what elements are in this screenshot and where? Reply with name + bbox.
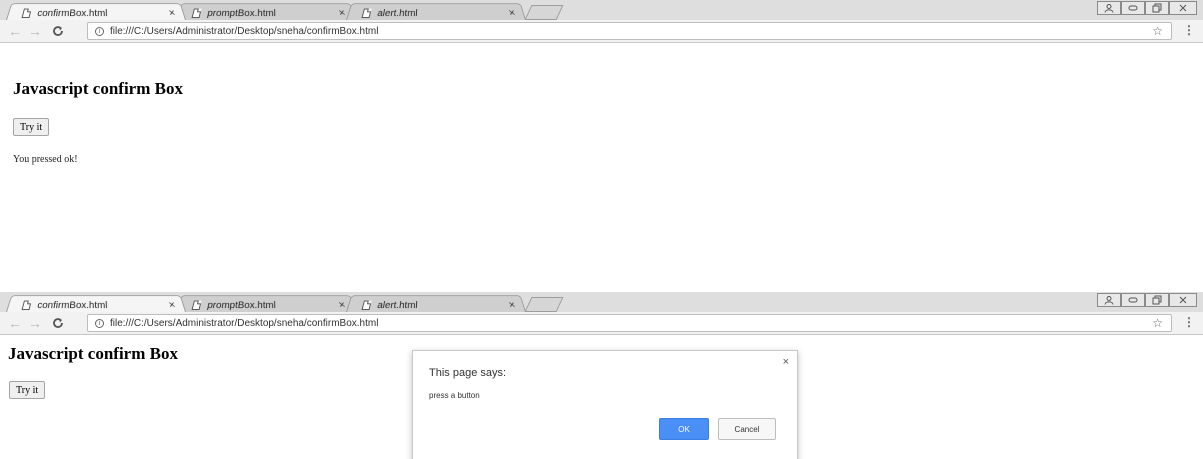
user-profile-icon[interactable] bbox=[1097, 293, 1121, 307]
tab-strip: confirmBox.html × promptBox.html × alert… bbox=[0, 292, 1203, 312]
tab-close-icon[interactable]: × bbox=[164, 300, 181, 311]
new-tab-button[interactable] bbox=[524, 297, 564, 312]
toolbar: ← → i file:///C:/Users/Administrator/Des… bbox=[0, 20, 1203, 43]
tab-promptbox[interactable]: promptBox.html × bbox=[176, 3, 356, 20]
tab-confirmbox[interactable]: confirmBox.html × bbox=[6, 3, 186, 20]
kebab-menu-icon[interactable]: ⋮ bbox=[1183, 315, 1195, 329]
dialog-message: press a button bbox=[429, 391, 480, 400]
window-controls bbox=[1097, 1, 1197, 15]
tab-title: confirmBox.html bbox=[36, 300, 108, 311]
user-profile-icon[interactable] bbox=[1097, 1, 1121, 15]
kebab-menu-icon[interactable]: ⋮ bbox=[1183, 23, 1195, 37]
toolbar: ← → i file:///C:/Users/Administrator/Des… bbox=[0, 312, 1203, 335]
page-icon bbox=[191, 8, 202, 19]
tab-title: alert.html bbox=[376, 300, 418, 311]
tab-close-icon[interactable]: × bbox=[504, 300, 521, 311]
window-controls bbox=[1097, 293, 1197, 307]
tabs: confirmBox.html × promptBox.html × alert… bbox=[6, 294, 526, 312]
forward-arrow-icon[interactable]: → bbox=[28, 315, 42, 331]
url-text: file:///C:/Users/Administrator/Desktop/s… bbox=[110, 25, 379, 37]
ok-button[interactable]: OK bbox=[659, 418, 709, 440]
page-icon bbox=[191, 300, 202, 311]
browser-window-with-dialog: confirmBox.html × promptBox.html × alert… bbox=[0, 292, 1203, 459]
window-close-icon[interactable] bbox=[1169, 1, 1197, 15]
info-icon[interactable]: i bbox=[95, 318, 104, 328]
back-arrow-icon[interactable]: ← bbox=[8, 23, 22, 39]
tab-alert[interactable]: alert.html × bbox=[346, 295, 526, 312]
window-close-icon[interactable] bbox=[1169, 293, 1197, 307]
tab-promptbox[interactable]: promptBox.html × bbox=[176, 295, 356, 312]
page-icon bbox=[361, 8, 372, 19]
url-text: file:///C:/Users/Administrator/Desktop/s… bbox=[110, 317, 379, 329]
page-icon bbox=[21, 8, 32, 19]
restore-icon[interactable] bbox=[1145, 293, 1169, 307]
tab-title: confirmBox.html bbox=[36, 8, 108, 19]
dialog-title: This page says: bbox=[429, 367, 507, 379]
tab-strip: confirmBox.html × promptBox.html × alert… bbox=[0, 0, 1203, 20]
result-text: You pressed ok! bbox=[13, 154, 78, 165]
try-it-button[interactable]: Try it bbox=[9, 381, 46, 399]
page-content: Javascript confirm Box Try it You presse… bbox=[0, 43, 1203, 236]
star-icon[interactable]: ☆ bbox=[1152, 23, 1163, 39]
tab-title: promptBox.html bbox=[206, 8, 276, 19]
try-it-button[interactable]: Try it bbox=[13, 118, 50, 136]
restore-icon[interactable] bbox=[1145, 1, 1169, 15]
minimize-icon[interactable] bbox=[1121, 293, 1145, 307]
forward-arrow-icon[interactable]: → bbox=[28, 23, 42, 39]
tab-close-icon[interactable]: × bbox=[164, 8, 181, 19]
address-bar[interactable]: i file:///C:/Users/Administrator/Desktop… bbox=[87, 314, 1172, 332]
new-tab-button[interactable] bbox=[524, 5, 564, 20]
tab-close-icon[interactable]: × bbox=[504, 8, 521, 19]
minimize-icon[interactable] bbox=[1121, 1, 1145, 15]
page-icon bbox=[21, 300, 32, 311]
page-icon bbox=[361, 300, 372, 311]
reload-icon[interactable] bbox=[52, 23, 64, 40]
back-arrow-icon[interactable]: ← bbox=[8, 315, 22, 331]
tabs: confirmBox.html × promptBox.html × alert… bbox=[6, 2, 526, 20]
tab-title: promptBox.html bbox=[206, 300, 276, 311]
confirm-dialog: × This page says: press a button OK Canc… bbox=[412, 350, 798, 459]
tab-title: alert.html bbox=[376, 8, 418, 19]
tab-alert[interactable]: alert.html × bbox=[346, 3, 526, 20]
dialog-close-icon[interactable]: × bbox=[783, 356, 789, 368]
info-icon[interactable]: i bbox=[95, 26, 104, 36]
browser-window-after-confirm: confirmBox.html × promptBox.html × alert… bbox=[0, 0, 1203, 236]
address-bar[interactable]: i file:///C:/Users/Administrator/Desktop… bbox=[87, 22, 1172, 40]
cancel-button[interactable]: Cancel bbox=[718, 418, 776, 440]
star-icon[interactable]: ☆ bbox=[1152, 315, 1163, 331]
tab-confirmbox[interactable]: confirmBox.html × bbox=[6, 295, 186, 312]
page-heading: Javascript confirm Box bbox=[8, 344, 178, 363]
page-heading: Javascript confirm Box bbox=[13, 79, 183, 98]
reload-icon[interactable] bbox=[52, 315, 64, 332]
